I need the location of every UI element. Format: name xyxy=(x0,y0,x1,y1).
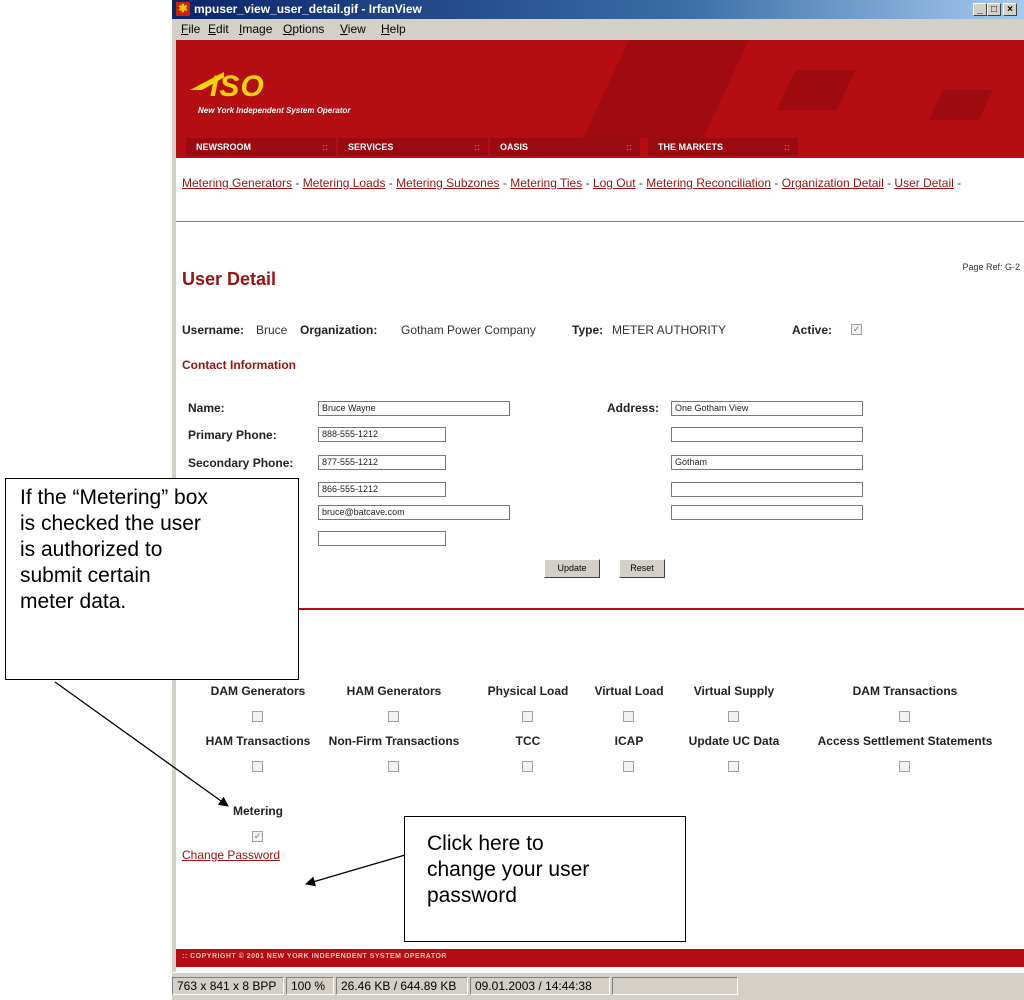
callout-text-line: is checked the user xyxy=(20,512,201,535)
metering-callout: If the “Metering” box is checked the user… xyxy=(5,478,299,680)
callout-text-line: Click here to xyxy=(427,832,544,855)
callout-text-line: is authorized to xyxy=(20,538,163,561)
metering-arrow xyxy=(54,681,229,807)
callout-text-line: If the “Metering” box xyxy=(20,486,208,509)
callout-text-line: change your user xyxy=(427,858,590,881)
callout-text-line: submit certain xyxy=(20,564,151,587)
callout-text-line: meter data. xyxy=(20,590,127,613)
callout-text-line: password xyxy=(427,884,517,907)
password-callout: Click here to change your user password xyxy=(404,816,686,942)
password-arrow xyxy=(305,854,406,887)
